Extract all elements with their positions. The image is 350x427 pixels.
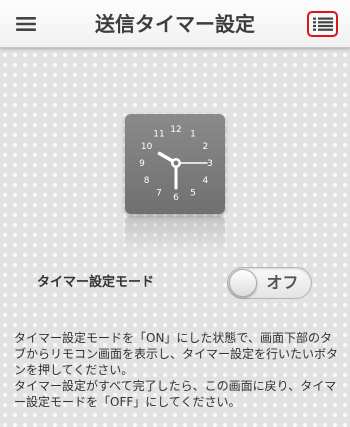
clock-center-inner — [173, 160, 179, 166]
timer-mode-toggle[interactable]: オフ — [227, 267, 312, 299]
list-icon — [312, 17, 333, 31]
clock-number: 12 — [170, 125, 181, 135]
toggle-state-text: オフ — [266, 273, 299, 292]
instructions-paragraph-1: タイマー設定モードを「ON」にした状態で、画面下部のタブからリモコン画面を表示し… — [14, 331, 339, 377]
clock-number: 10 — [141, 142, 153, 152]
clock-number: 3 — [207, 159, 213, 169]
app-header: 送信タイマー設定 — [0, 0, 350, 48]
instructions-paragraph-2: タイマー設定がすべて完了したら、この画面に戻り、タイマー設定モードを「OFF」に… — [14, 379, 337, 409]
menu-button[interactable] — [12, 12, 40, 36]
clock-face: 12 12 3 45 6 78 9 1011 — [139, 125, 213, 203]
hamburger-menu-icon — [16, 17, 36, 31]
clock-reflection — [125, 216, 225, 252]
clock-number: 1 — [190, 130, 196, 140]
clock-number: 9 — [139, 159, 145, 169]
timer-mode-label: タイマー設定モード — [37, 275, 155, 290]
clock-number: 2 — [203, 142, 209, 152]
clock-icon: 12 1 2 3 4 5 6 7 8 9 10 11 — [125, 114, 225, 214]
clock-number: 11 — [153, 130, 164, 140]
clock-number: 8 — [144, 176, 150, 186]
clock-number: 4 — [203, 176, 209, 186]
clock-number: 7 — [156, 188, 162, 198]
toggle-knob — [229, 269, 257, 297]
instructions-text: タイマー設定モードを「ON」にした状態で、画面下部のタブからリモコン画面を表示し… — [14, 330, 340, 410]
list-button[interactable] — [307, 11, 338, 37]
clock-number: 5 — [190, 188, 196, 198]
clock-number: 6 — [173, 193, 179, 203]
timer-mode-row: タイマー設定モード オフ — [0, 266, 350, 300]
page-title: 送信タイマー設定 — [95, 12, 255, 36]
